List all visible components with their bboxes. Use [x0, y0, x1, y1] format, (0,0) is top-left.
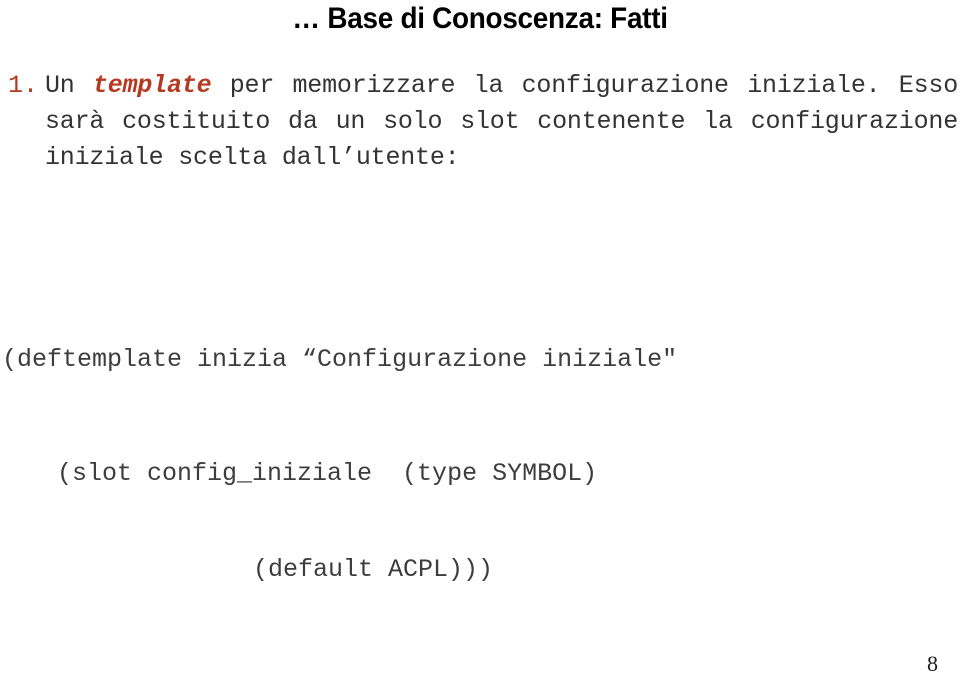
- content-body: 1. Un template per memorizzare la config…: [0, 68, 960, 176]
- code-line-default: (default ACPL))): [253, 555, 494, 584]
- list-item-text: Un template per memorizzare la configura…: [45, 68, 960, 176]
- code-line-deftemplate: (deftemplate inizia “Configurazione iniz…: [2, 345, 678, 374]
- page-title: … Base di Conoscenza: Fatti: [292, 2, 668, 35]
- list-item: 1. Un template per memorizzare la config…: [0, 68, 960, 176]
- code-line-slot: (slot config_iniziale (type SYMBOL): [57, 459, 598, 488]
- list-item-number: 1.: [8, 71, 39, 100]
- page-number: 8: [927, 651, 938, 676]
- code-block: (deftemplate inizia “Configurazione iniz…: [0, 280, 960, 618]
- keyword-template: template: [92, 71, 212, 100]
- text-before-keyword: Un: [45, 71, 93, 100]
